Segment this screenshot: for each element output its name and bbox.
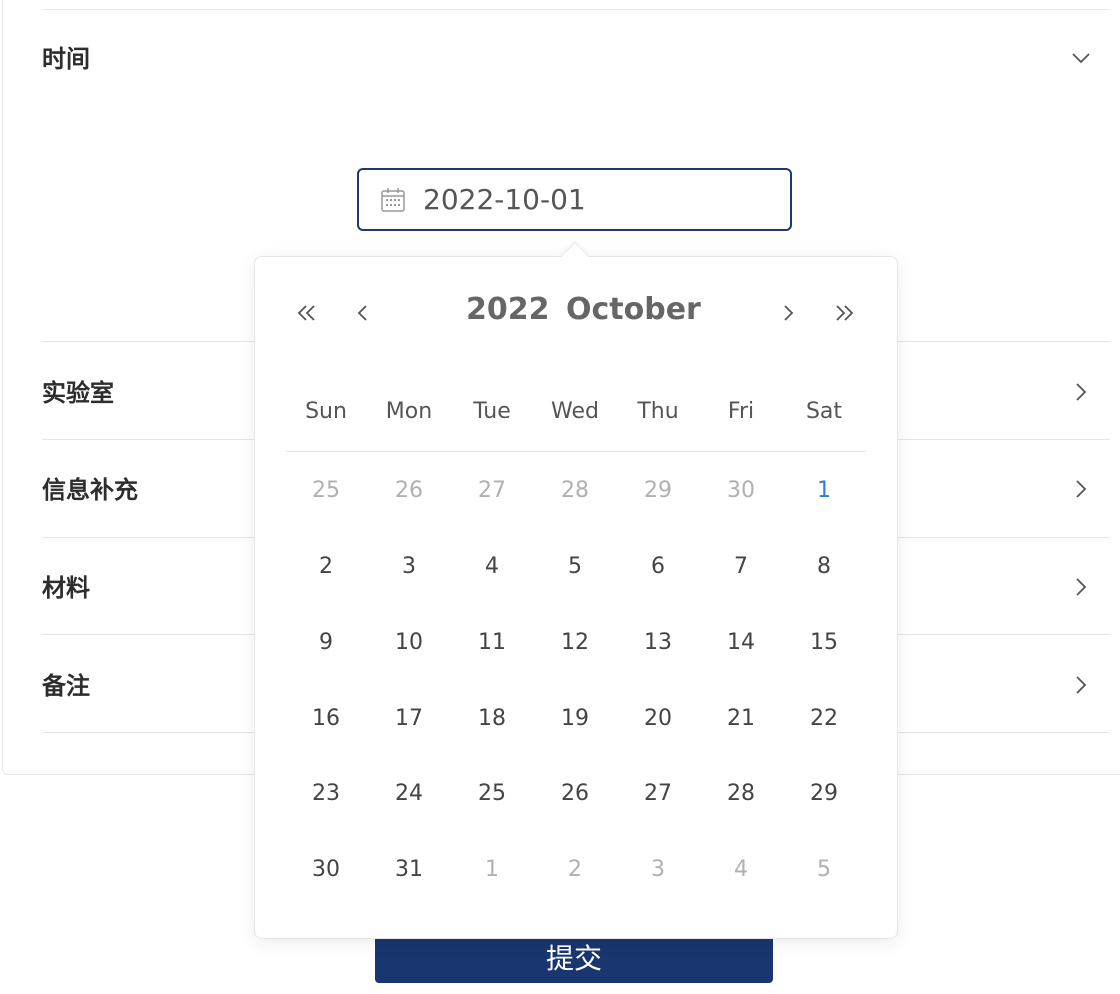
day-cell[interactable]: 11 [462, 625, 522, 661]
day-cell[interactable]: 16 [296, 701, 356, 737]
day-cell[interactable]: 3 [379, 549, 439, 585]
day-cell[interactable]: 25 [462, 776, 522, 812]
day-cell[interactable]: 13 [628, 625, 688, 661]
weekday-label: Thu [637, 399, 679, 424]
weekday-label: Sat [805, 399, 843, 424]
day-cell[interactable]: 27 [628, 776, 688, 812]
day-cell[interactable]: 28 [711, 776, 771, 812]
divider [285, 451, 867, 452]
weekday-label: Sun [305, 399, 347, 424]
day-cell[interactable]: 1 [462, 852, 522, 888]
next-year-button[interactable] [829, 298, 859, 328]
weekday-label: Wed [551, 399, 599, 424]
double-chevron-right-icon [836, 305, 854, 321]
calendar-month[interactable]: October [566, 290, 701, 330]
chevron-down-icon[interactable] [1070, 47, 1092, 69]
weekday-label: Fri [727, 399, 755, 424]
section-title-time[interactable]: 时间 [42, 44, 90, 74]
day-cell[interactable]: 18 [462, 701, 522, 737]
day-cell[interactable]: 2 [545, 852, 605, 888]
day-cell[interactable]: 9 [296, 625, 356, 661]
day-cell[interactable]: 12 [545, 625, 605, 661]
day-cell[interactable]: 3 [628, 852, 688, 888]
section-title-lab[interactable]: 实验室 [42, 378, 114, 408]
day-cell[interactable]: 30 [711, 473, 771, 509]
section-title-material[interactable]: 材料 [42, 573, 90, 603]
day-cell[interactable]: 21 [711, 701, 771, 737]
day-cell[interactable]: 2 [296, 549, 356, 585]
day-cell[interactable]: 4 [711, 852, 771, 888]
prev-month-button[interactable] [347, 298, 377, 328]
day-cell[interactable]: 29 [794, 776, 854, 812]
day-cell[interactable]: 24 [379, 776, 439, 812]
day-cell[interactable]: 25 [296, 473, 356, 509]
chevron-left-icon [357, 305, 367, 321]
chevron-right-icon [784, 305, 794, 321]
day-cell[interactable]: 5 [794, 852, 854, 888]
next-month-button[interactable] [774, 298, 804, 328]
section-title-info[interactable]: 信息补充 [42, 475, 138, 505]
double-chevron-left-icon [297, 305, 315, 321]
chevron-right-icon[interactable] [1070, 674, 1092, 696]
day-cell[interactable]: 20 [628, 701, 688, 737]
day-cell[interactable]: 7 [711, 549, 771, 585]
day-cell[interactable]: 5 [545, 549, 605, 585]
day-cell[interactable]: 19 [545, 701, 605, 737]
day-cell[interactable]: 8 [794, 549, 854, 585]
calendar-year[interactable]: 2022 [466, 290, 550, 330]
chevron-right-icon[interactable] [1070, 381, 1092, 403]
day-cell[interactable]: 10 [379, 625, 439, 661]
date-picker-popup [254, 256, 898, 939]
day-cell[interactable]: 29 [628, 473, 688, 509]
date-input[interactable] [357, 168, 792, 231]
weekday-label: Tue [473, 399, 511, 424]
date-input-field[interactable] [423, 183, 763, 216]
day-cell[interactable]: 27 [462, 473, 522, 509]
day-cell[interactable]: 23 [296, 776, 356, 812]
chevron-right-icon[interactable] [1070, 478, 1092, 500]
day-cell[interactable]: 17 [379, 701, 439, 737]
day-cell[interactable]: 22 [794, 701, 854, 737]
day-cell[interactable]: 4 [462, 549, 522, 585]
day-cell-selected[interactable]: 1 [794, 473, 854, 509]
day-cell[interactable]: 31 [379, 852, 439, 888]
weekday-label: Mon [385, 399, 433, 424]
chevron-right-icon[interactable] [1070, 576, 1092, 598]
day-cell[interactable]: 6 [628, 549, 688, 585]
day-cell[interactable]: 30 [296, 852, 356, 888]
section-title-remark[interactable]: 备注 [42, 671, 90, 701]
day-cell[interactable]: 26 [379, 473, 439, 509]
calendar-icon [381, 187, 405, 212]
day-cell[interactable]: 28 [545, 473, 605, 509]
divider [42, 9, 1110, 10]
day-cell[interactable]: 26 [545, 776, 605, 812]
day-cell[interactable]: 15 [794, 625, 854, 661]
prev-year-button[interactable] [292, 298, 322, 328]
day-cell[interactable]: 14 [711, 625, 771, 661]
